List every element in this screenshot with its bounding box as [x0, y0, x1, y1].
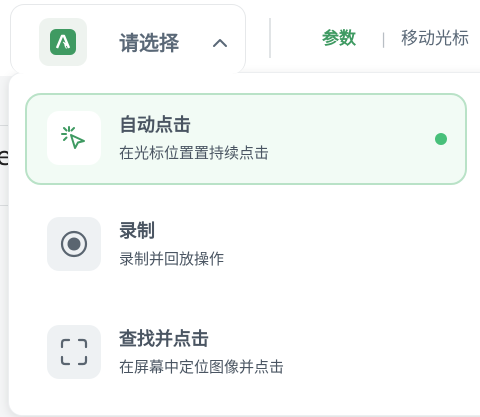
menu-item-description: 录制并回放操作 [119, 250, 225, 268]
mode-selector[interactable]: 请选择 [10, 4, 246, 74]
toolbar-divider [269, 18, 271, 58]
menu-item-description: 在光标位置置持续点击 [119, 144, 270, 162]
tab-move-cursor[interactable]: 移动光标 [401, 28, 469, 50]
menu-item-record[interactable]: 录制 录制并回放操作 [25, 199, 467, 291]
menu-item-title: 录制 [119, 221, 155, 242]
tab-separator: | [381, 30, 387, 48]
menu-item-title: 自动点击 [119, 115, 191, 136]
top-toolbar: 请选择 参数 | 移动光标 [0, 0, 480, 76]
app-logo-icon [39, 18, 87, 66]
chevron-up-icon[interactable] [209, 34, 231, 52]
active-indicator-dot [435, 133, 447, 145]
menu-item-find-and-click[interactable]: 查找并点击 在屏幕中定位图像并点击 [25, 307, 467, 399]
menu-item-description: 在屏幕中定位图像并点击 [119, 358, 285, 376]
menu-item-auto-click[interactable]: 自动点击 在光标位置置持续点击 [25, 93, 467, 185]
mode-selector-label: 请选择 [119, 31, 179, 55]
tab-params[interactable]: 参数 [322, 28, 356, 50]
cursor-click-icon [47, 111, 101, 165]
mode-dropdown-menu: 自动点击 在光标位置置持续点击 录制 录制并回放操作 查找并点击 在屏幕中定位图… [8, 72, 480, 416]
scan-frame-icon [47, 325, 101, 379]
menu-item-title: 查找并点击 [119, 329, 209, 350]
record-icon [47, 217, 101, 271]
